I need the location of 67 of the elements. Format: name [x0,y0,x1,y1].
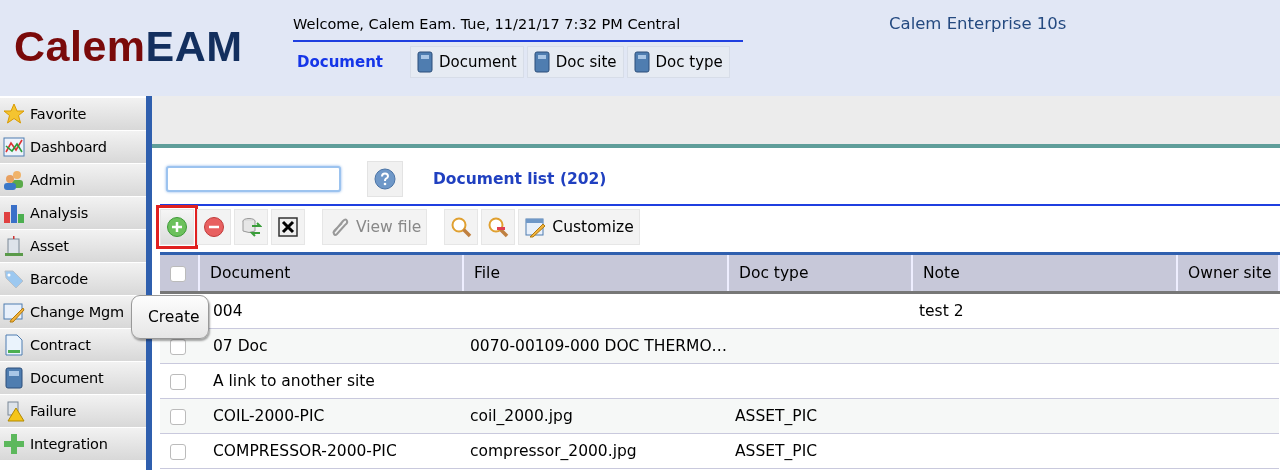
help-icon [374,168,396,190]
product-name: Calem Enterprise 10s [889,14,1067,33]
building-icon [3,235,25,257]
clear-icon [277,216,299,238]
customize-button[interactable]: Customize [518,209,640,245]
book-icon [417,51,433,73]
book-icon [633,51,650,73]
sidebar-item[interactable]: Integration [0,428,147,461]
sidebar-item[interactable]: Analysis [0,197,147,230]
help-button[interactable] [367,161,403,197]
tag-icon [3,268,25,290]
tooltip: Create [131,295,209,339]
plus-icon [3,433,25,455]
search-clear-button[interactable] [481,209,516,245]
table-cell: 004 [213,302,243,320]
row-checkbox[interactable] [170,373,186,390]
table-cell: ASSET_PIC [735,407,818,425]
pencil-icon [3,301,25,323]
module-tab[interactable]: Document [410,46,524,78]
search-field[interactable] [166,166,341,192]
sidebar-item[interactable]: Contract [0,329,147,362]
search-icon [450,216,473,238]
chart-icon [3,136,25,158]
table-cell: compressor_2000.jpg [470,442,637,460]
star-icon [3,103,25,125]
table-cell: A link to another site [213,372,375,390]
table-cell: ASSET_PIC [735,442,818,460]
page-icon [3,334,25,356]
pencil-icon [524,216,547,238]
book-icon [3,367,25,389]
module-tab[interactable]: Doc site [526,46,624,78]
select-all-checkbox[interactable] [170,265,186,282]
sidebar-item[interactable]: Barcode [0,263,147,296]
search-button[interactable] [444,209,479,245]
sidebar-item[interactable]: Admin [0,164,147,197]
module-tab[interactable]: Doc type [626,46,730,78]
people-icon [3,169,25,191]
search-clear-icon [487,216,510,238]
table-cell: 0070-00109-000 DOC THERMO… [470,337,728,355]
logo: CalemEAM [13,21,244,72]
list-title: Document list (202) [433,170,607,188]
table-cell: coil_2000.jpg [470,407,573,425]
refresh-icon [240,216,262,238]
sidebar-item[interactable]: Favorite [0,98,147,131]
add-icon [166,216,188,238]
table-cell: 07 Doc [213,337,268,355]
sidebar-item[interactable]: Dashboard [0,131,147,164]
sidebar-item[interactable]: Asset [0,230,147,263]
clear-button[interactable] [271,209,305,245]
table-cell: COIL-2000-PIC [213,407,325,425]
column-header[interactable]: Document [199,255,463,293]
table-cell: COMPRESSOR-2000-PIC [213,442,397,460]
book-icon [533,51,550,73]
column-header[interactable]: Owner site [1177,255,1279,293]
sidebar-item[interactable]: Document [0,362,147,395]
column-header[interactable]: Doc type [728,255,912,293]
bars-icon [3,202,25,224]
column-header[interactable]: Note [912,255,1177,293]
row-checkbox[interactable] [170,408,186,425]
remove-icon [203,216,225,238]
row-checkbox[interactable] [170,443,186,460]
table-cell: test 2 [919,302,964,320]
module-title: Document [296,53,384,71]
column-header[interactable]: File [463,255,728,293]
sidebar-item[interactable]: Failure [0,395,147,428]
remove-button[interactable] [197,209,231,245]
welcome-text: Welcome, Calem Eam. Tue, 11/21/17 7:32 PM Central [293,16,743,42]
